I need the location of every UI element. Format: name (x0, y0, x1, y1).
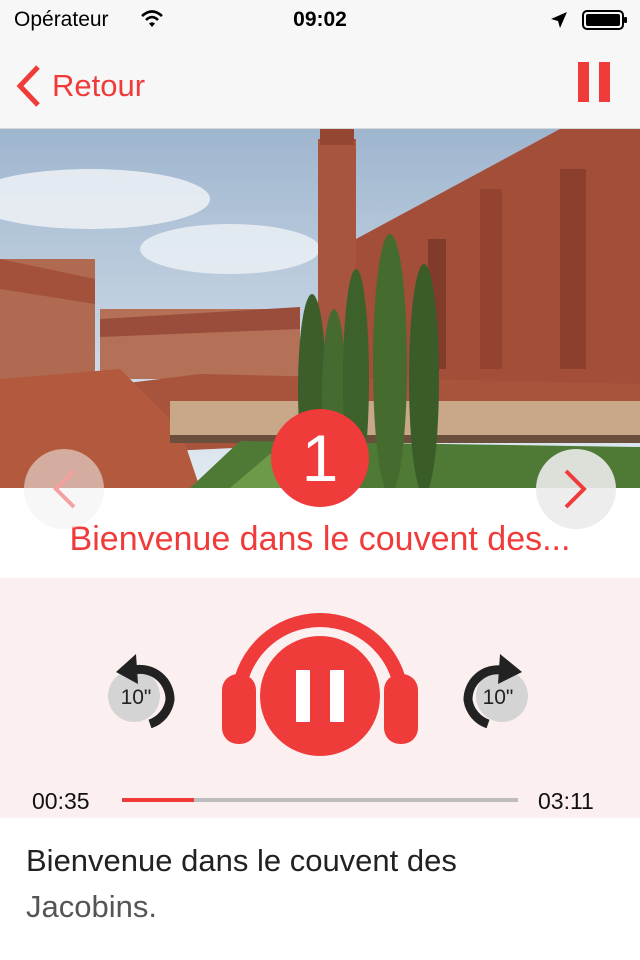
chevron-left-icon (53, 469, 76, 509)
back-label: Retour (52, 68, 146, 103)
stop-number-badge: 1 (271, 409, 369, 507)
forward-10-icon (463, 654, 528, 729)
skip-back-10-button[interactable]: 10" (100, 640, 180, 729)
progress-slider[interactable] (122, 798, 518, 802)
status-time: 09:02 (293, 8, 347, 31)
skip-forward-10-button[interactable]: 10" (462, 640, 542, 729)
pause-icon (260, 636, 380, 756)
status-bar: Opérateur 09:02 (0, 0, 640, 40)
chevron-right-icon (564, 469, 587, 509)
description-line: Bienvenue dans le couvent des (26, 843, 457, 878)
navigation-bar: Retour (0, 40, 640, 129)
back-button[interactable]: Retour (14, 64, 145, 108)
rewind-10-icon (108, 654, 175, 729)
pause-icon (578, 62, 589, 102)
next-stop-button[interactable] (536, 449, 616, 529)
battery-icon (582, 10, 627, 30)
current-time: 00:35 (32, 788, 90, 814)
location-arrow-icon (551, 12, 567, 28)
progress-fill (122, 798, 195, 802)
stop-description: Bienvenue dans le couvent des Jacobins. (26, 838, 616, 930)
description-line: Jacobins. (26, 889, 157, 924)
total-time: 03:11 (538, 788, 594, 814)
pause-all-button[interactable] (576, 62, 612, 102)
play-pause-button[interactable] (256, 632, 384, 760)
chevron-left-icon (16, 65, 40, 107)
previous-stop-button[interactable] (24, 449, 104, 529)
skip-forward-label: 10" (482, 686, 514, 709)
stop-title: Bienvenue dans le couvent des... (69, 520, 571, 558)
skip-back-label: 10" (120, 686, 152, 709)
